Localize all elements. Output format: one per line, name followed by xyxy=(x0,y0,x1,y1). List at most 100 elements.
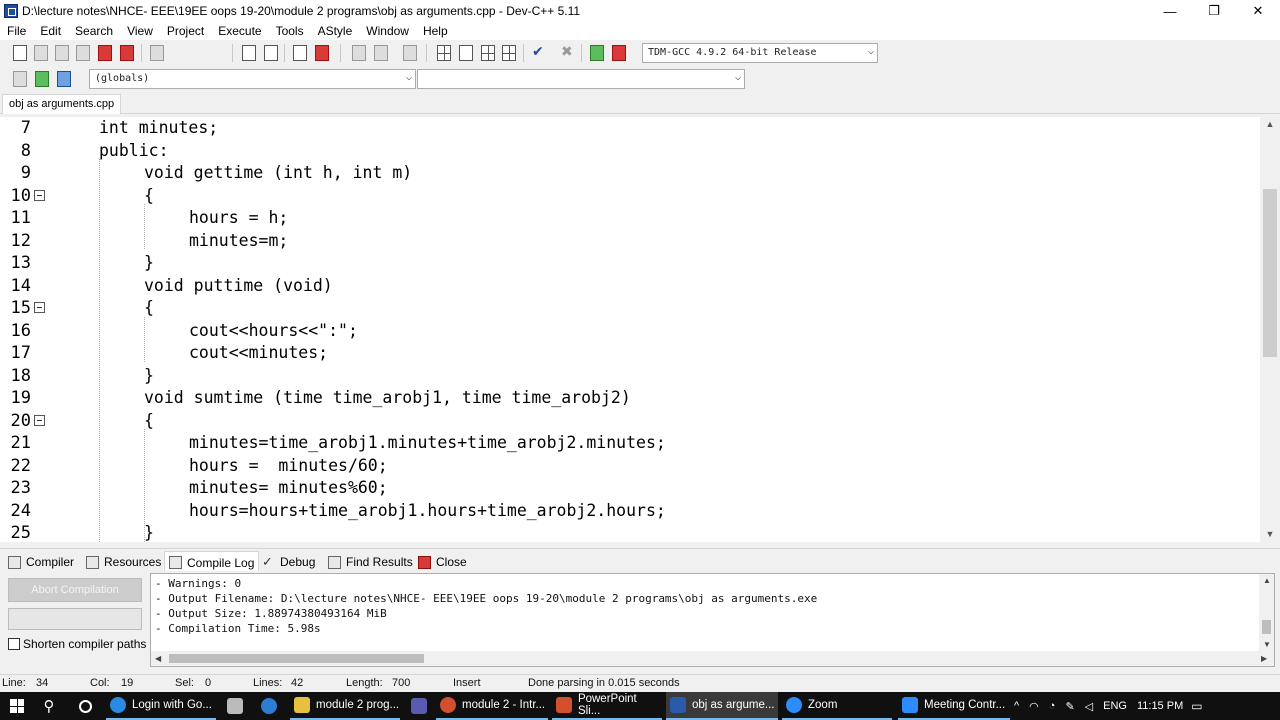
taskbar-item-meeting-controls[interactable]: Meeting Contr... xyxy=(898,692,1010,720)
clock[interactable]: 11:15 PM xyxy=(1137,700,1183,712)
taskbar-store[interactable] xyxy=(224,692,246,720)
scroll-left-icon[interactable]: ◀ xyxy=(155,654,161,663)
code-line[interactable]: 15 { xyxy=(0,297,1260,320)
syntax-check-button[interactable]: ✔ xyxy=(529,43,547,62)
new-file-button[interactable] xyxy=(11,44,29,62)
log-vscroll-thumb[interactable] xyxy=(1262,620,1271,634)
log-hscroll-thumb[interactable] xyxy=(169,654,424,663)
taskbar-item-slideshow[interactable]: PowerPoint Sli... xyxy=(552,692,662,720)
code-line[interactable]: 13} xyxy=(0,252,1260,275)
scroll-up-icon[interactable]: ▲ xyxy=(1260,119,1280,129)
rebuild-all-button[interactable] xyxy=(500,44,518,62)
fold-collapse-icon[interactable] xyxy=(34,414,45,426)
indent-button[interactable] xyxy=(350,44,368,62)
code-line[interactable]: 17 cout<<minutes; xyxy=(0,342,1260,365)
menu-execute[interactable]: Execute xyxy=(211,22,268,40)
tray-app-icon[interactable]: ◔ xyxy=(1049,700,1056,712)
abort-compilation-button[interactable]: Abort Compilation xyxy=(8,578,142,602)
code-line[interactable]: 7 int minutes; xyxy=(0,117,1260,140)
editor-vertical-scrollbar[interactable]: ▲ ▼ xyxy=(1260,117,1280,542)
scroll-up-icon[interactable]: ▲ xyxy=(1263,576,1271,585)
delete-profile-button[interactable] xyxy=(610,44,628,62)
save-button[interactable] xyxy=(53,44,71,62)
bookmark-button[interactable] xyxy=(313,44,331,62)
code-line[interactable]: 25} xyxy=(0,522,1260,542)
menu-tools[interactable]: Tools xyxy=(269,22,311,40)
goto-line-button[interactable] xyxy=(291,44,309,62)
compile-run-button[interactable] xyxy=(479,44,497,62)
toggle-comment-button[interactable] xyxy=(401,44,419,62)
goto-declaration-button[interactable] xyxy=(33,70,51,88)
code-line[interactable]: 21 minutes=time_arobj1.minutes+time_arobj… xyxy=(0,432,1260,455)
restore-button[interactable]: ❐ xyxy=(1192,0,1236,22)
taskbar-item-powerpoint[interactable]: module 2 - Intr... xyxy=(436,692,548,720)
class-browser-button[interactable] xyxy=(11,70,29,88)
code-line[interactable]: 14 void puttime (void) xyxy=(0,275,1260,298)
code-line[interactable]: 11 hours = h; xyxy=(0,207,1260,230)
network-icon[interactable]: ◠ xyxy=(1029,700,1039,713)
save-all-button[interactable] xyxy=(74,44,92,62)
code-line[interactable]: 18} xyxy=(0,365,1260,388)
volume-icon[interactable]: ◁ xyxy=(1085,700,1093,713)
menu-file[interactable]: File xyxy=(0,22,33,40)
code-editor[interactable]: 7 int minutes; 8 public: 9 void gettime (int … xyxy=(0,117,1260,542)
fold-collapse-icon[interactable] xyxy=(34,302,45,313)
menu-edit[interactable]: Edit xyxy=(33,22,68,40)
taskbar-edge[interactable] xyxy=(258,692,280,720)
code-line[interactable]: 20 { xyxy=(0,410,1260,433)
start-button[interactable] xyxy=(6,692,28,720)
close-button[interactable]: ✕ xyxy=(1236,0,1280,22)
replace-button[interactable] xyxy=(262,44,280,62)
shorten-paths-option[interactable]: Shorten compiler paths xyxy=(8,637,146,651)
menu-window[interactable]: Window xyxy=(359,22,416,40)
fold-collapse-icon[interactable] xyxy=(34,189,45,201)
tab-find-results[interactable]: Find Results xyxy=(324,551,417,571)
taskbar-app[interactable] xyxy=(408,692,430,720)
taskbar-item-zoom[interactable]: Zoom xyxy=(782,692,892,720)
open-file-button[interactable] xyxy=(32,44,50,62)
show-hidden-icons-chevron-icon[interactable]: ^ xyxy=(1014,700,1019,712)
code-line[interactable]: 16 cout<<hours<<":"; xyxy=(0,320,1260,343)
goto-definition-button[interactable] xyxy=(55,70,73,88)
code-line[interactable]: 24 hours=hours+time_arobj1.hours+time_aro… xyxy=(0,500,1260,523)
scope-select[interactable]: (globals) ⌵ xyxy=(89,69,416,89)
print-button[interactable] xyxy=(148,44,166,62)
tab-close[interactable]: Close xyxy=(414,551,471,571)
pen-icon[interactable]: ✎ xyxy=(1065,700,1074,713)
language-indicator[interactable]: ENG xyxy=(1103,700,1127,712)
compiler-select[interactable]: TDM-GCC 4.9.2 64-bit Release ⌵ xyxy=(642,43,878,63)
code-line[interactable]: 8 public: xyxy=(0,140,1260,163)
taskbar-item-explorer[interactable]: module 2 prog... xyxy=(290,692,400,720)
tab-compile-log[interactable]: Compile Log xyxy=(164,551,260,571)
code-line[interactable]: 12 minutes=m; xyxy=(0,230,1260,253)
code-line[interactable]: 10 { xyxy=(0,185,1260,208)
find-button[interactable] xyxy=(240,44,258,62)
scroll-down-icon[interactable]: ▼ xyxy=(1263,640,1271,649)
code-line[interactable]: 9 void gettime (int h, int m) xyxy=(0,162,1260,185)
member-select[interactable]: ⌵ xyxy=(417,69,745,89)
log-horizontal-scrollbar[interactable]: ◀ ▶ xyxy=(151,651,1274,666)
tab-obj-as-arguments[interactable]: obj as arguments.cpp xyxy=(2,94,122,114)
scroll-down-icon[interactable]: ▼ xyxy=(1260,529,1280,539)
cortana-button[interactable] xyxy=(74,692,96,720)
code-line[interactable]: 19 void sumtime (time time_arobj1, time t… xyxy=(0,387,1260,410)
editor-scroll-thumb[interactable] xyxy=(1263,189,1277,357)
menu-view[interactable]: View xyxy=(120,22,160,40)
taskbar-item-devcpp[interactable]: obj as argume... xyxy=(666,692,778,720)
unindent-button[interactable] xyxy=(372,44,390,62)
devcpp-app-icon[interactable] xyxy=(4,4,18,18)
menu-project[interactable]: Project xyxy=(160,22,211,40)
shorten-paths-checkbox[interactable] xyxy=(8,638,20,650)
menu-astyle[interactable]: AStyle xyxy=(311,22,360,40)
compile-button[interactable] xyxy=(435,44,453,62)
minimize-button[interactable]: — xyxy=(1148,0,1192,22)
stop-execution-button[interactable]: ✖ xyxy=(558,43,576,62)
code-line[interactable]: 22 hours = minutes/60; xyxy=(0,455,1260,478)
search-button[interactable]: ⚲ xyxy=(38,692,60,720)
log-vertical-scrollbar[interactable]: ▲ ▼ xyxy=(1259,574,1274,652)
close-all-button[interactable] xyxy=(118,44,136,62)
tab-compiler[interactable]: Compiler xyxy=(4,551,78,571)
run-button[interactable] xyxy=(457,44,475,62)
taskbar-item-chrome[interactable]: Login with Go... xyxy=(106,692,216,720)
profile-button[interactable] xyxy=(588,44,606,62)
